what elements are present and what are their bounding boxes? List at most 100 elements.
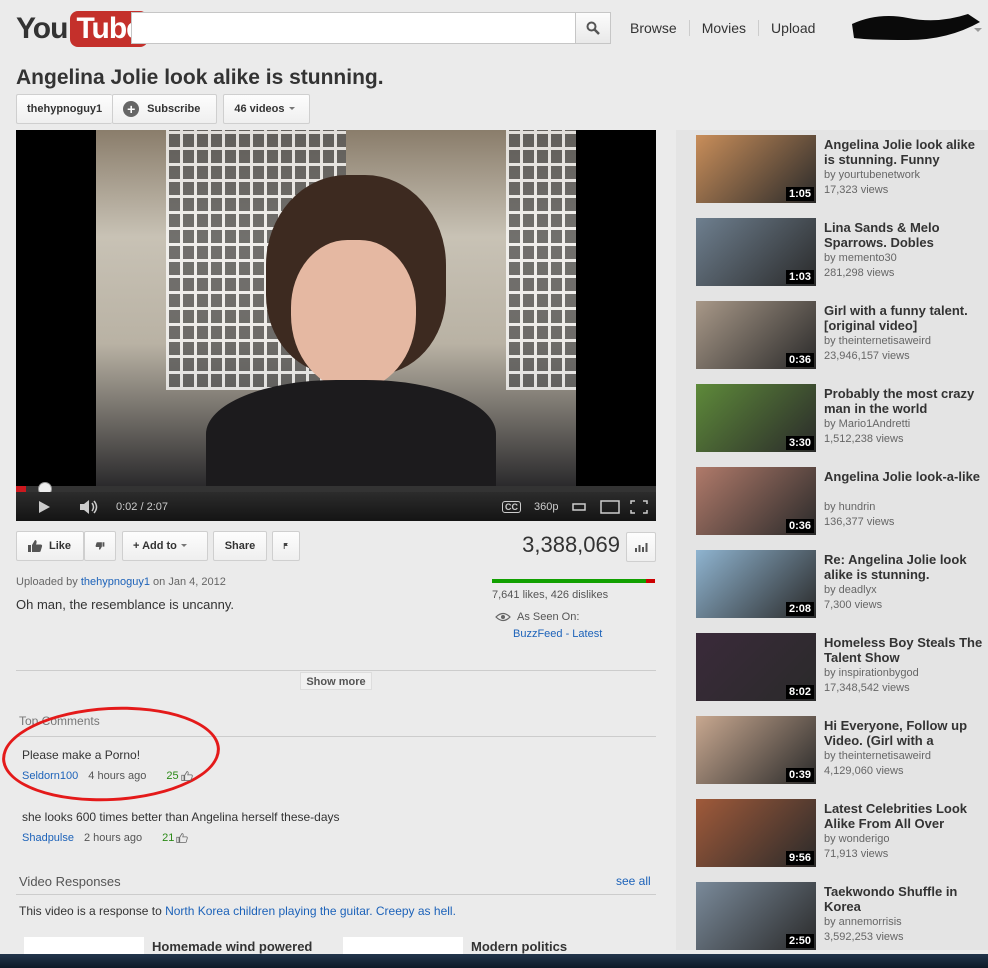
related-video-channel: by deadlyx [824,584,877,596]
thumbs-down-icon [95,542,105,550]
related-video-views: 17,348,542 views [824,682,910,694]
related-video-thumbnail[interactable]: 9:56 [696,799,816,867]
nav-upload[interactable]: Upload [758,20,827,36]
duration-badge: 2:50 [785,934,814,948]
related-video-thumbnail[interactable]: 3:30 [696,384,816,452]
video-description: Oh man, the resemblance is uncanny. [16,597,234,612]
related-video-channel: by theinternetisaweird [824,335,932,347]
channel-name-button[interactable]: thehypnoguy1 [16,94,113,124]
related-video-item[interactable]: 2:50 Taekwondo Shuffle in Korea by annemor… [696,878,986,950]
related-video-item[interactable]: 0:39 Hi Everyone, Follow up Video. (Girl … [696,712,986,784]
related-video-title[interactable]: Taekwondo Shuffle in Korea [824,884,984,914]
response-title[interactable]: Modern politics [471,939,567,954]
related-video-title[interactable]: Girl with a funny talent. [original vide… [824,303,984,333]
related-video-item[interactable]: 1:03 Lina Sands & Melo Sparrows. Dobles by… [696,214,986,286]
quality-button[interactable]: 360p [534,492,558,521]
bar-chart-icon [635,543,648,552]
divider [16,894,656,895]
uploader-link[interactable]: thehypnoguy1 [81,576,150,588]
show-more-button[interactable]: Show more [300,672,372,690]
volume-icon [80,499,98,514]
related-video-title[interactable]: Hi Everyone, Follow up Video. (Girl with… [824,718,984,748]
response-to-link[interactable]: North Korea children playing the guitar.… [165,904,456,918]
add-to-button[interactable]: + Add to [122,531,208,561]
volume-button[interactable] [78,492,100,521]
related-video-channel: by wonderigo [824,833,890,845]
related-video-title[interactable]: Lina Sands & Melo Sparrows. Dobles [824,220,984,250]
account-menu-redacted[interactable] [848,10,984,44]
related-video-item[interactable]: 8:02 Homeless Boy Steals The Talent Show b… [696,629,986,701]
related-video-item[interactable]: 0:36 Girl with a funny talent. [original … [696,297,986,369]
response-title[interactable]: Homemade wind powered [152,939,312,954]
related-video-title[interactable]: Probably the most crazy man in the world [824,386,984,416]
see-all-link[interactable]: see all [616,874,651,888]
buzzfeed-link[interactable]: BuzzFeed - Latest [513,628,602,640]
large-player-icon [600,499,620,514]
related-video-title[interactable]: Angelina Jolie look-a-like [824,469,984,484]
thumbs-up-icon[interactable] [176,832,189,844]
video-player[interactable]: 0:02 / 2:07 CC 360p [16,130,656,521]
stats-button[interactable] [626,532,656,562]
channel-bar: thehypnoguy1 + Subscribe 46 videos [16,94,310,126]
related-video-channel: by Mario1Andretti [824,418,911,430]
search-input[interactable] [131,12,611,44]
player-controls: 0:02 / 2:07 CC 360p [16,492,656,521]
related-video-thumbnail[interactable]: 1:05 [696,135,816,203]
youtube-logo[interactable]: You Tube [16,10,148,48]
subscribe-button[interactable]: + Subscribe [112,94,218,124]
duration-badge: 8:02 [785,685,814,699]
divider [16,670,656,671]
duration-badge: 0:36 [785,353,814,367]
related-video-views: 136,377 views [824,516,895,528]
search-button[interactable] [575,12,611,44]
person-face [291,240,416,390]
related-video-item[interactable]: 3:30 Probably the most crazy man in the w… [696,380,986,452]
comment-user-link[interactable]: Shadpulse [22,832,74,844]
duration-badge: 0:36 [785,519,814,533]
wall-photos-right [506,130,576,390]
flag-button[interactable] [272,531,300,561]
related-video-title[interactable]: Latest Celebrities Look Alike From All O… [824,801,984,831]
related-video-item[interactable]: 0:36 Angelina Jolie look-a-like by hundrin… [696,463,986,535]
flag-icon [283,543,288,549]
related-video-title[interactable]: Re: Angelina Jolie look alike is stunnin… [824,552,984,582]
related-video-views: 4,129,060 views [824,765,904,777]
large-player-button[interactable] [600,492,620,521]
related-video-thumbnail[interactable]: 1:03 [696,218,816,286]
related-video-title[interactable]: Angelina Jolie look alike is stunning. F… [824,137,984,167]
small-player-button[interactable] [572,492,586,521]
comment-user-link[interactable]: Seldorn100 [22,770,78,782]
time-display: 0:02 / 2:07 [116,500,168,513]
dislike-portion [646,579,655,583]
thumbs-up-icon[interactable] [181,770,193,782]
related-video-thumbnail[interactable]: 8:02 [696,633,816,701]
duration-badge: 0:39 [785,768,814,782]
related-video-thumbnail[interactable]: 2:50 [696,882,816,950]
nav-browse[interactable]: Browse [620,20,689,36]
related-video-item[interactable]: 1:05 Angelina Jolie look alike is stunnin… [696,131,986,203]
related-video-thumbnail[interactable]: 0:36 [696,301,816,369]
fullscreen-icon [630,499,648,514]
related-video-thumbnail[interactable]: 0:39 [696,716,816,784]
related-video-thumbnail[interactable]: 0:36 [696,467,816,535]
related-video-item[interactable]: 9:56 Latest Celebrities Look Alike From A… [696,795,986,867]
related-video-views: 17,323 views [824,184,889,196]
video-title: Angelina Jolie look alike is stunning. [16,66,384,89]
related-video-channel: by inspirationbygod [824,667,919,679]
dislike-button[interactable] [84,531,116,561]
related-video-title[interactable]: Homeless Boy Steals The Talent Show [824,635,984,665]
related-video-views: 281,298 views [824,267,895,279]
related-video-thumbnail[interactable]: 2:08 [696,550,816,618]
like-button[interactable]: Like [16,531,84,561]
small-player-icon [572,502,586,511]
video-frame[interactable] [96,130,576,486]
share-button[interactable]: Share [213,531,267,561]
fullscreen-button[interactable] [630,492,648,521]
nav-movies[interactable]: Movies [688,20,758,36]
cc-button[interactable]: CC [502,492,521,521]
videos-count-button[interactable]: 46 videos [223,94,310,124]
likes-dislikes-text: 7,641 likes, 426 dislikes [492,589,609,601]
comment-meta: Seldorn100 4 hours ago 25 [22,770,193,782]
related-video-item[interactable]: 2:08 Re: Angelina Jolie look alike is stu… [696,546,986,618]
play-button[interactable] [36,492,52,521]
